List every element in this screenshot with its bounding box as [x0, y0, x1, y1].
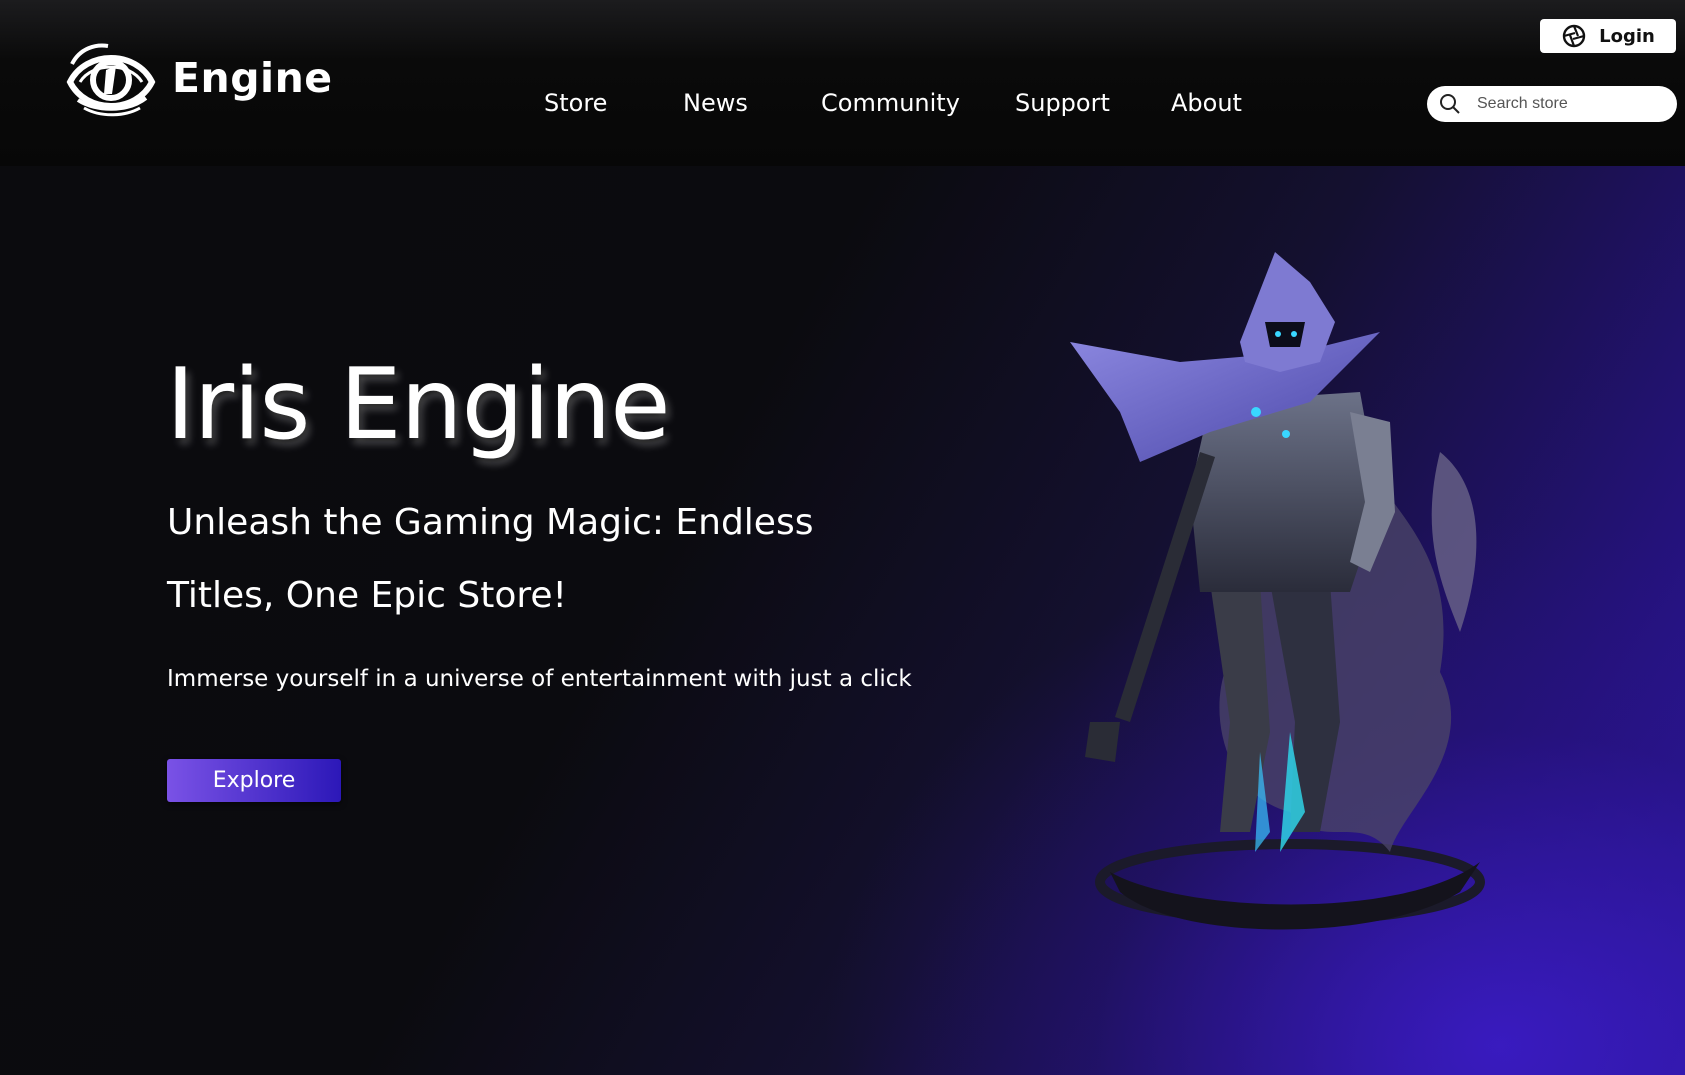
hero-description: Immerse yourself in a universe of entert… — [167, 666, 912, 692]
search-input[interactable] — [1475, 94, 1659, 114]
hero-section: Iris Engine Unleash the Gaming Magic: En… — [0, 166, 1685, 1075]
search-icon — [1440, 94, 1460, 114]
login-label: Login — [1599, 25, 1655, 47]
top-header: Engine Store News Community Support Abou… — [0, 0, 1685, 166]
aperture-icon — [1562, 24, 1586, 48]
hero-title: Iris Engine — [166, 348, 670, 462]
nav-store[interactable]: Store — [544, 89, 607, 117]
hero-subtitle: Unleash the Gaming Magic: Endless Titles… — [167, 502, 814, 616]
nav-community[interactable]: Community — [821, 89, 960, 117]
page: Engine Store News Community Support Abou… — [0, 0, 1685, 1075]
nav-news[interactable]: News — [683, 89, 748, 117]
eye-logo-icon[interactable] — [66, 42, 156, 120]
nav-support[interactable]: Support — [1015, 89, 1110, 117]
brand-name[interactable]: Engine — [172, 54, 333, 102]
hooded-warrior-illustration — [1070, 252, 1485, 930]
login-button[interactable]: Login — [1540, 19, 1676, 53]
nav-about[interactable]: About — [1171, 89, 1242, 117]
explore-button[interactable]: Explore — [167, 759, 341, 802]
search-box[interactable] — [1427, 86, 1677, 122]
